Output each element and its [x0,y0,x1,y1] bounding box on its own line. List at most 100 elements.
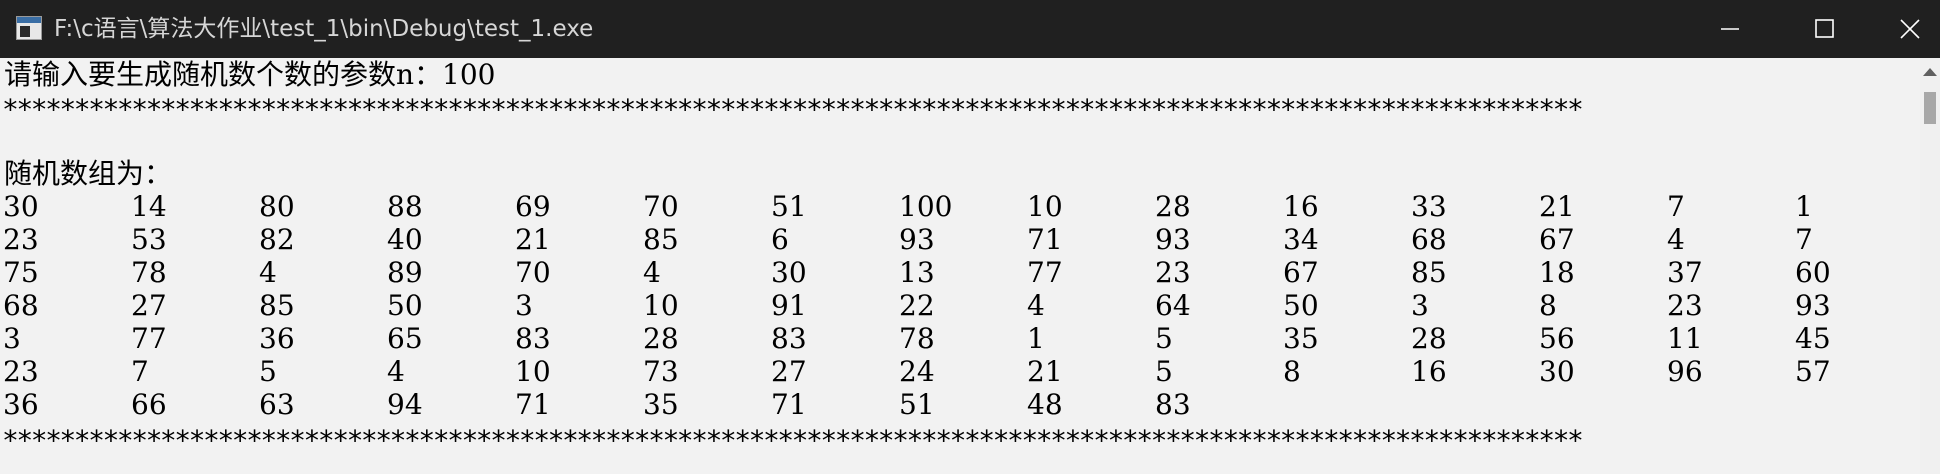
window-title: F:\c语言\算法大作业\test_1\bin\Debug\test_1.exe [54,16,594,42]
number-cell: 5 [1155,322,1173,355]
number-cell: 28 [1155,190,1191,223]
number-cell: 8 [1539,289,1557,322]
number-cell: 68 [1411,223,1447,256]
number-cell: 27 [771,355,807,388]
close-button[interactable] [1860,0,1940,58]
number-cell: 40 [387,223,423,256]
console-output[interactable]: 请输入要生成随机数个数的参数n：100 ********************… [0,58,1920,474]
number-cell: 83 [1155,388,1191,421]
number-cell: 71 [771,388,807,421]
number-cell: 93 [1795,289,1831,322]
number-cell: 21 [515,223,551,256]
number-cell: 23 [1155,256,1191,289]
number-cell: 11 [1667,322,1703,355]
number-cell: 27 [131,289,167,322]
number-cell: 10 [515,355,551,388]
number-cell: 21 [1539,190,1575,223]
number-cell: 35 [643,388,679,421]
number-row: 68 27 85 50 3 10 91 22 4 64 50 3 8 23 93 [0,289,1920,322]
number-cell: 63 [259,388,295,421]
number-cell: 16 [1411,355,1447,388]
number-cell: 50 [387,289,423,322]
number-cell: 22 [899,289,935,322]
number-cell: 71 [1027,223,1063,256]
number-cell: 51 [899,388,935,421]
number-cell: 69 [515,190,551,223]
number-cell: 85 [259,289,295,322]
number-cell: 88 [387,190,423,223]
number-cell: 71 [515,388,551,421]
number-cell: 67 [1283,256,1319,289]
scroll-thumb[interactable] [1924,92,1936,124]
number-cell: 28 [1411,322,1447,355]
number-cell: 77 [131,322,167,355]
number-cell: 36 [259,322,295,355]
minimize-button[interactable] [1680,0,1780,58]
number-cell: 93 [1155,223,1191,256]
number-cell: 34 [1283,223,1319,256]
number-cell: 30 [1539,355,1575,388]
input-prompt-line: 请输入要生成随机数个数的参数n：100 [4,58,496,91]
number-cell: 1 [1027,322,1045,355]
number-cell: 91 [771,289,807,322]
number-cell: 66 [131,388,167,421]
number-cell: 50 [1283,289,1319,322]
number-row: 3 77 36 65 83 28 83 78 1 5 35 28 56 11 45 [0,322,1920,355]
array-label-line: 随机数组为： [4,157,173,190]
number-cell: 83 [771,322,807,355]
number-cell: 45 [1795,322,1831,355]
number-cell: 78 [131,256,167,289]
number-cell: 70 [643,190,679,223]
number-cell: 64 [1155,289,1191,322]
number-cell: 21 [1027,355,1063,388]
number-cell: 10 [643,289,679,322]
number-cell: 94 [387,388,423,421]
title-bar[interactable]: F:\c语言\算法大作业\test_1\bin\Debug\test_1.exe [0,0,1940,58]
number-cell: 68 [3,289,39,322]
number-cell: 7 [131,355,149,388]
number-cell: 60 [1795,256,1831,289]
number-cell: 35 [1283,322,1319,355]
number-cell: 23 [3,355,39,388]
number-cell: 4 [1667,223,1685,256]
number-cell: 36 [3,388,39,421]
number-cell: 51 [771,190,807,223]
number-cell: 78 [899,322,935,355]
number-cell: 30 [771,256,807,289]
number-cell: 4 [643,256,661,289]
number-cell: 33 [1411,190,1447,223]
separator-line-top: ****************************************… [2,93,1584,125]
number-cell: 96 [1667,355,1703,388]
number-row: 30 14 80 88 69 70 51 100 10 28 16 33 21 7 1 [0,190,1920,223]
number-cell: 93 [899,223,935,256]
number-cell: 6 [771,223,789,256]
number-cell: 65 [387,322,423,355]
scroll-up-arrow-icon[interactable] [1923,68,1937,76]
vertical-scrollbar[interactable] [1920,58,1940,474]
number-cell: 3 [3,322,21,355]
number-cell: 82 [259,223,295,256]
number-cell: 73 [643,355,679,388]
close-icon [1900,19,1920,39]
number-cell: 3 [515,289,533,322]
number-cell: 24 [899,355,935,388]
number-cell: 48 [1027,388,1063,421]
number-cell: 18 [1539,256,1575,289]
number-cell: 5 [259,355,277,388]
number-cell: 16 [1283,190,1319,223]
number-cell: 77 [1027,256,1063,289]
number-cell: 7 [1795,223,1813,256]
number-cell: 70 [515,256,551,289]
number-cell: 23 [3,223,39,256]
number-cell: 75 [3,256,39,289]
number-cell: 37 [1667,256,1703,289]
number-row: 36 66 63 94 71 35 71 51 48 83 [0,388,1920,421]
number-cell: 5 [1155,355,1173,388]
number-cell: 83 [515,322,551,355]
number-row: 75 78 4 89 70 4 30 13 77 23 67 85 18 37 60 [0,256,1920,289]
number-row: 23 7 5 4 10 73 27 24 21 5 8 16 30 96 57 [0,355,1920,388]
number-cell: 85 [643,223,679,256]
number-cell: 10 [1027,190,1063,223]
number-cell: 7 [1667,190,1685,223]
number-cell: 23 [1667,289,1703,322]
